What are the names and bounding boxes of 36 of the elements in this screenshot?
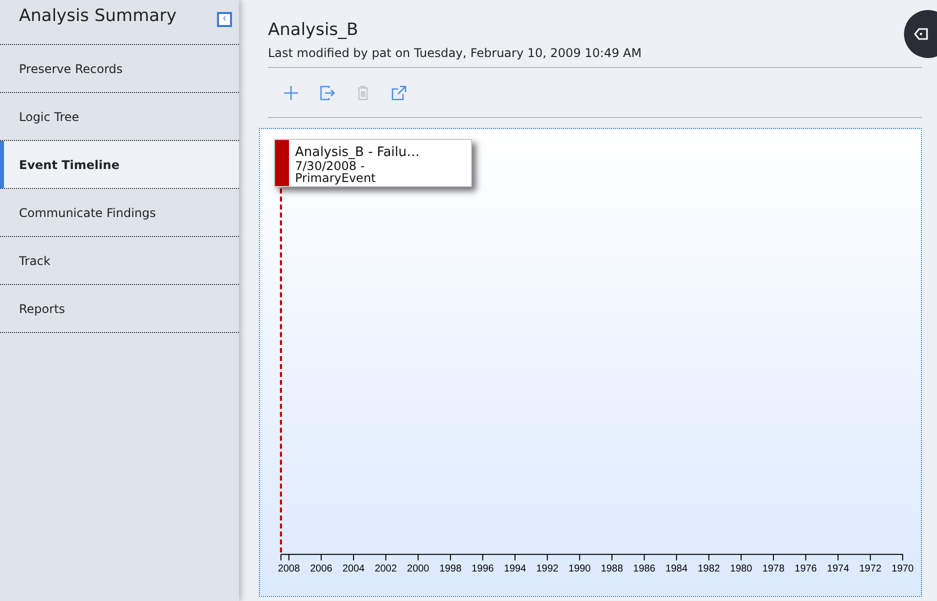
axis-label: 1988: [600, 563, 624, 574]
open-button[interactable]: [391, 84, 407, 100]
sidebar-item[interactable]: Track: [0, 237, 239, 285]
axis-label: 1972: [859, 563, 882, 574]
sidebar-item[interactable]: Communicate Findings: [0, 189, 239, 237]
axis-label: 2000: [407, 563, 430, 574]
axis-label: 1984: [665, 563, 688, 574]
collapse-button[interactable]: ‹: [217, 12, 232, 27]
event-date: 7/30/2008 -: [295, 160, 365, 172]
axis-label: 1998: [439, 563, 462, 574]
sidebar-title: Analysis Summary: [19, 6, 177, 26]
sidebar-item[interactable]: Event Timeline: [0, 141, 239, 189]
export-button[interactable]: [319, 84, 335, 100]
add-button[interactable]: [283, 84, 299, 100]
axis-label: 2004: [342, 563, 365, 574]
event-type: PrimaryEvent: [295, 172, 377, 184]
axis-label: 1978: [762, 563, 785, 574]
axis-label: 1980: [730, 563, 752, 574]
axis-label: 1996: [472, 563, 494, 574]
event-title: Analysis_B - Failu…: [295, 145, 420, 160]
sidebar-item[interactable]: Reports: [0, 285, 239, 333]
axis-label: 1970: [892, 563, 914, 574]
axis-label: 1974: [826, 563, 850, 574]
axis-label: 2002: [374, 563, 397, 574]
axis-label: 1992: [536, 563, 558, 574]
sidebar-item[interactable]: Preserve Records: [0, 45, 239, 93]
axis-label: 1986: [633, 563, 656, 574]
axis-label: 1994: [504, 563, 526, 574]
page-title: Analysis_B: [268, 20, 358, 40]
last-modified-text: Last modified by pat on Tuesday, February 10, 2009 10:49 AM: [268, 46, 643, 60]
axis-label: 1976: [794, 563, 817, 574]
axis-label: 2008: [278, 563, 300, 574]
axis-label: 1982: [698, 563, 720, 574]
axis-label: 2006: [310, 563, 332, 574]
event-card[interactable]: Analysis_B - Failu… 7/30/2008 - PrimaryEvent: [274, 139, 472, 187]
axis-label: 1990: [568, 563, 591, 574]
